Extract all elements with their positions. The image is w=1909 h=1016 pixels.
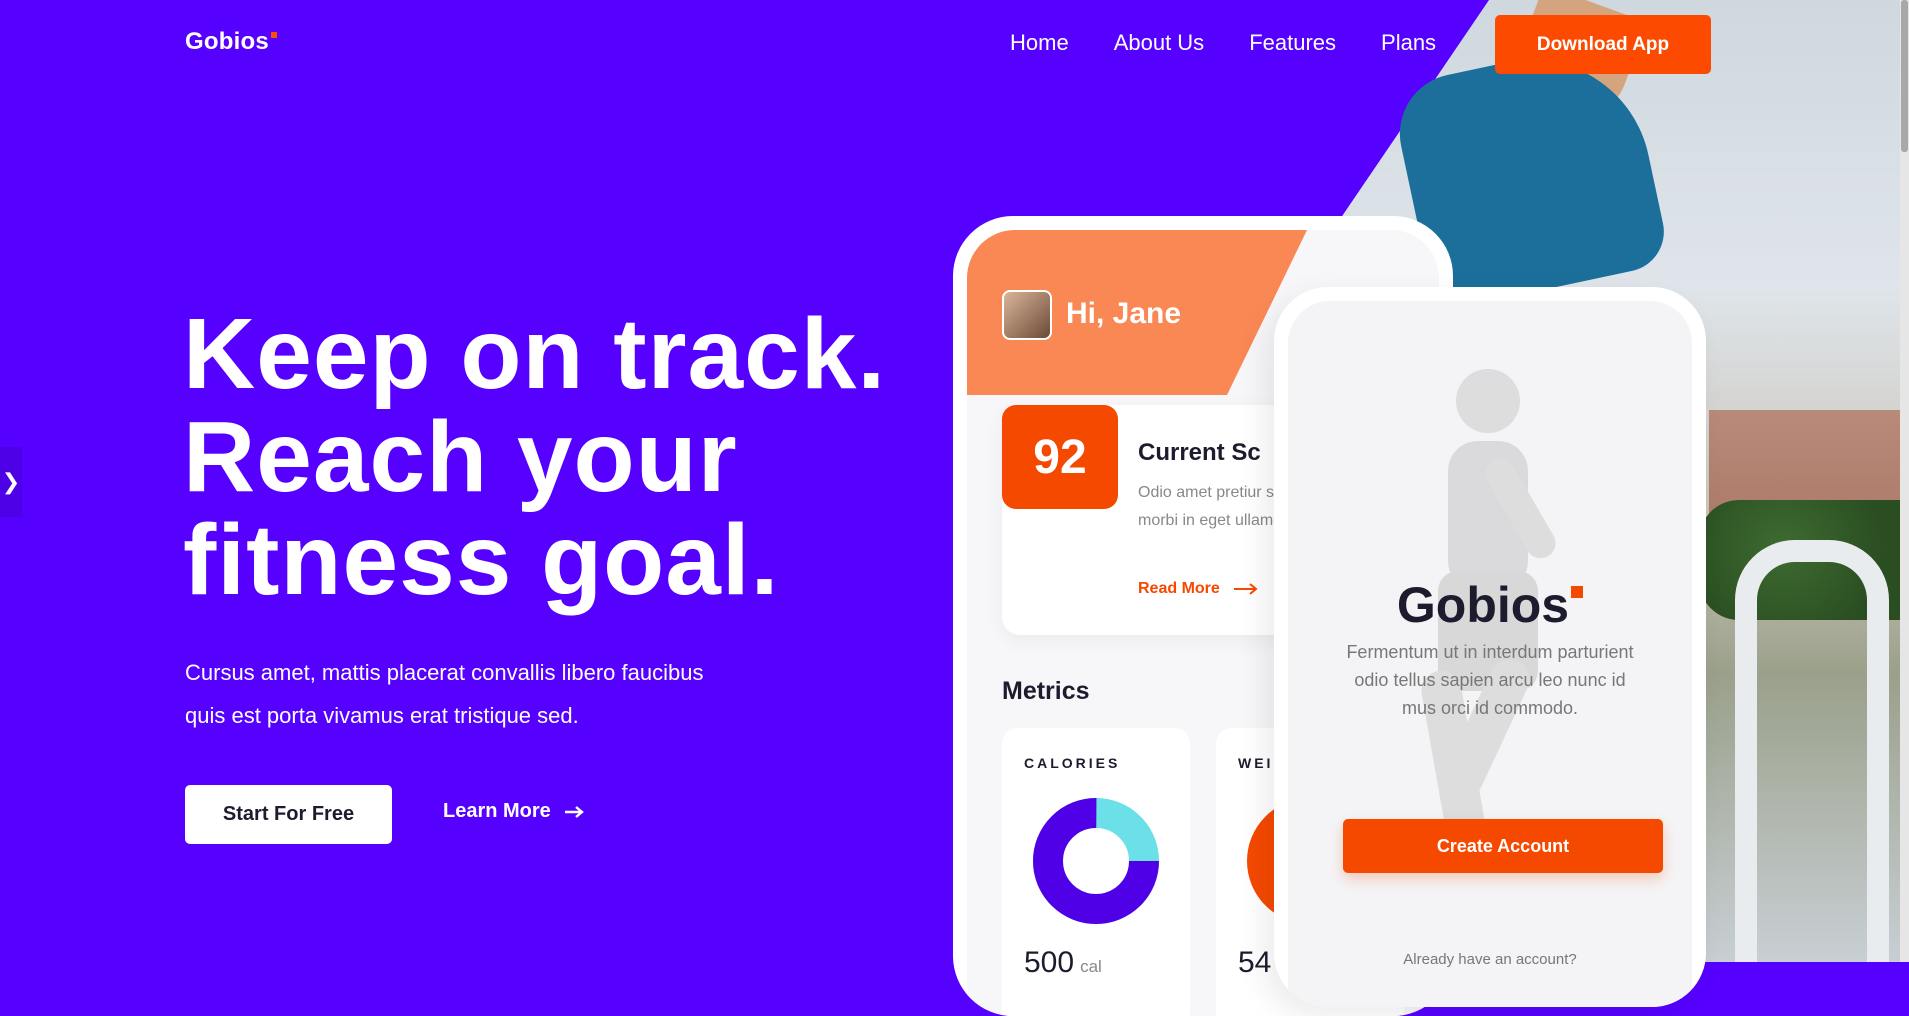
create-account-button[interactable]: Create Account: [1343, 819, 1663, 873]
hero-title-line: Keep on track.: [183, 298, 887, 410]
chevron-right-icon: ❯: [1, 469, 21, 494]
scrollbar-thumb[interactable]: [1901, 0, 1908, 152]
metric-unit: cal: [1080, 957, 1102, 976]
hero-title: Keep on track. Reach your fitness goal.: [183, 303, 963, 612]
metric-number: 500: [1024, 946, 1075, 979]
signup-logo: Gobios: [1288, 576, 1692, 634]
nav-about-us[interactable]: About Us: [1114, 30, 1205, 56]
arrow-right-icon: [1234, 582, 1258, 595]
score-value: 92: [1002, 405, 1118, 509]
hero-title-line: fitness goal.: [183, 504, 780, 616]
signup-screen: Gobios Fermentum ut in interdum parturie…: [1288, 301, 1692, 1007]
metrics-heading: Metrics: [1002, 677, 1090, 705]
photo-rail: [1735, 540, 1889, 962]
learn-more-link[interactable]: Learn More: [443, 800, 585, 823]
metric-value: 54: [1238, 946, 1271, 980]
hero-subtitle: Cursus amet, mattis placerat convallis l…: [185, 651, 765, 737]
signup-logo-text: Gobios: [1396, 577, 1570, 633]
metric-title: CALORIES: [1024, 755, 1121, 771]
avatar[interactable]: [1002, 290, 1052, 340]
page-scrollbar[interactable]: [1900, 0, 1909, 962]
hero-title-line: Reach your: [183, 401, 738, 513]
hero-subtitle-line: Cursus amet, mattis placerat convallis l…: [185, 660, 704, 685]
nav-features[interactable]: Features: [1249, 30, 1336, 56]
brand-logo[interactable]: Gobios: [185, 28, 277, 56]
read-more-link[interactable]: Read More: [1138, 580, 1258, 598]
logo-mark-icon: [270, 32, 277, 38]
signin-prompt[interactable]: Already have an account?: [1288, 951, 1692, 968]
metric-value: 500 cal: [1024, 946, 1102, 980]
nav-plans[interactable]: Plans: [1381, 30, 1436, 56]
metric-title: WEI: [1238, 755, 1274, 771]
learn-more-label: Learn More: [443, 800, 551, 822]
app-signup-phone: Gobios Fermentum ut in interdum parturie…: [1274, 287, 1706, 1007]
side-panel-toggle[interactable]: ❯: [0, 447, 22, 517]
greeting: Hi, Jane: [1066, 297, 1182, 330]
calories-donut-chart: [1033, 798, 1159, 924]
metric-number: 54: [1238, 946, 1272, 979]
read-more-label: Read More: [1138, 580, 1220, 597]
main-nav: Home About Us Features Plans: [1010, 30, 1436, 56]
download-app-button[interactable]: Download App: [1495, 15, 1711, 74]
arrow-right-icon: [564, 805, 584, 818]
logo-mark-icon: [1571, 586, 1584, 598]
start-for-free-button[interactable]: Start For Free: [185, 785, 392, 844]
signup-description: Fermentum ut in interdum parturient odio…: [1346, 642, 1634, 718]
score-title: Current Sc: [1138, 439, 1261, 466]
brand-name: Gobios: [185, 28, 269, 55]
nav-home[interactable]: Home: [1010, 30, 1069, 56]
calories-card[interactable]: CALORIES 500 cal: [1002, 728, 1190, 1016]
hero-subtitle-line: quis est porta vivamus erat tristique se…: [185, 703, 579, 728]
